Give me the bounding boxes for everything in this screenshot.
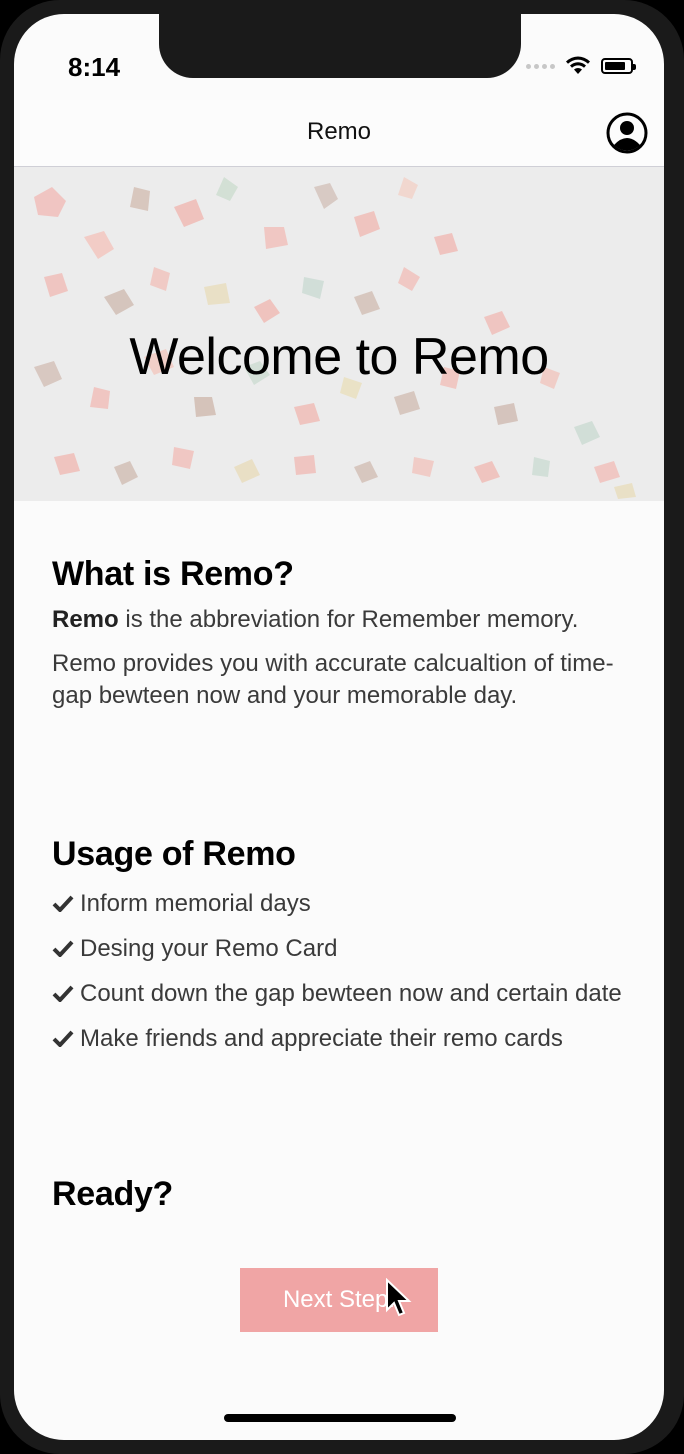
usage-item: Desing your Remo Card [52,933,632,964]
usage-item: Count down the gap bewteen now and certa… [52,978,632,1009]
home-indicator[interactable] [224,1414,456,1422]
nav-title: Remo [306,118,372,145]
account-circle-icon [606,112,648,154]
hero-banner: Welcome to Remo [14,167,664,501]
check-icon [52,940,74,957]
check-icon [52,1030,74,1047]
check-icon [52,895,74,912]
ready-section: Ready? [52,1175,173,1214]
remo-bold-word: Remo [52,606,119,633]
wifi-icon [566,56,590,74]
account-button[interactable] [606,112,648,154]
phone-frame: 8:14 Remo Welcome to Remo What is Remo? … [0,0,684,1454]
top-navbar: Remo [14,100,664,167]
usage-heading: Usage of Remo [52,835,296,873]
device-notch [159,14,521,78]
what-heading: What is Remo? [52,555,294,593]
what-line-1-rest: is the abbreviation for Remember memory. [118,606,579,633]
what-section: What is Remo? Remo is the abbreviation f… [52,555,632,712]
usage-item: Make friends and appreciate their remo c… [52,1023,632,1054]
status-icons [526,56,636,76]
cellular-signal-icon [526,63,555,69]
what-line-2: Remo provides you with accurate calcualt… [52,650,614,709]
ready-heading: Ready? [52,1175,174,1213]
what-line-1: Remo is the abbreviation for Remember me… [52,604,632,636]
check-icon [52,985,74,1002]
mouse-cursor-icon [386,1278,412,1317]
battery-icon [601,58,636,74]
hero-title: Welcome to Remo [129,328,549,386]
usage-section: Usage of Remo Inform memorial days Desin… [52,835,632,1054]
usage-item: Inform memorial days [52,888,632,919]
app-screen: 8:14 Remo Welcome to Remo What is Remo? … [14,14,664,1440]
status-time: 8:14 [68,52,121,82]
